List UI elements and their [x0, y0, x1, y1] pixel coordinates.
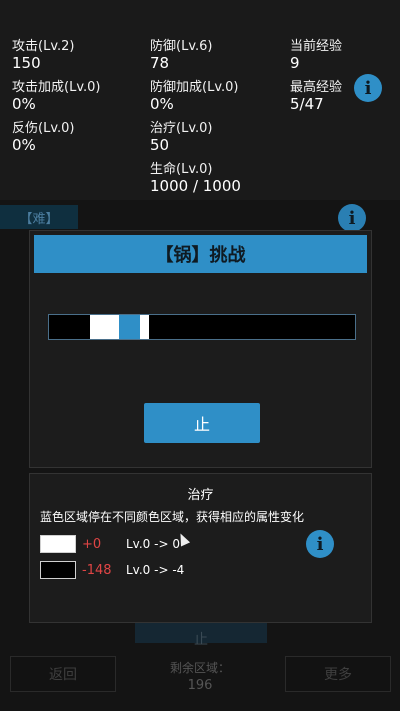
challenge-info-icon[interactable]: i — [338, 204, 366, 232]
stat-attack: 攻击(Lv.2) 150 — [12, 38, 74, 72]
challenge-bar — [48, 314, 356, 340]
stat-defense-bonus: 防御加成(Lv.0) 0% — [150, 79, 238, 113]
bar-segment — [140, 315, 149, 339]
remaining-areas: 剩余区域： 196 — [140, 660, 260, 694]
stat-defense-label: 防御(Lv.6) — [150, 39, 213, 54]
stat-life: 生命(Lv.0) 1000 / 1000 — [150, 161, 241, 195]
difficulty-tag: 【难】 — [0, 205, 78, 229]
stat-life-value: 1000 / 1000 — [150, 177, 241, 195]
stats-info-icon[interactable]: i — [354, 74, 382, 102]
legend-change: Lv.0 -> -4 — [126, 563, 185, 577]
stat-max-exp-label: 最高经验 — [290, 80, 343, 95]
stat-heal-label: 治疗(Lv.0) — [150, 121, 213, 136]
stat-heal: 治疗(Lv.0) 50 — [150, 120, 212, 154]
remaining-value: 196 — [187, 678, 213, 693]
stat-current-exp-label: 当前经验 — [290, 39, 343, 54]
stat-reflect-label: 反伤(Lv.0) — [12, 121, 75, 136]
black-swatch — [40, 561, 76, 579]
stat-reflect: 反伤(Lv.0) 0% — [12, 120, 74, 154]
back-button[interactable]: 返回 — [10, 656, 116, 692]
stat-defense-bonus-value: 0% — [150, 95, 174, 113]
stat-current-exp-value: 9 — [290, 54, 300, 72]
stat-attack-label: 攻击(Lv.2) — [12, 39, 75, 54]
white-swatch — [40, 535, 76, 553]
stats-panel: 攻击(Lv.2) 150 攻击加成(Lv.0) 0% 反伤(Lv.0) 0% 防… — [0, 0, 400, 200]
legend-delta: +0 — [82, 536, 102, 552]
legend-row-white: +0 Lv.0 -> 0 — [40, 534, 180, 554]
challenge-dialog: 【锅】挑战 止 — [29, 230, 372, 468]
stat-info-panel: 治疗 蓝色区域停在不同颜色区域，获得相应的属性变化 +0 Lv.0 -> 0 -… — [29, 473, 372, 623]
remaining-label: 剩余区域： — [169, 661, 230, 675]
panel-description: 蓝色区域停在不同颜色区域，获得相应的属性变化 — [40, 510, 305, 524]
stat-max-exp-value: 5/47 — [290, 95, 324, 113]
panel-info-icon[interactable]: i — [306, 530, 334, 558]
bar-segment — [119, 315, 140, 339]
dialog-title: 【锅】挑战 — [34, 235, 367, 273]
stat-heal-value: 50 — [150, 136, 170, 154]
stat-reflect-value: 0% — [12, 136, 36, 154]
stat-attack-bonus: 攻击加成(Lv.0) 0% — [12, 79, 100, 113]
stat-defense: 防御(Lv.6) 78 — [150, 38, 212, 72]
stop-button[interactable]: 止 — [144, 403, 260, 443]
stat-defense-bonus-label: 防御加成(Lv.0) — [150, 80, 239, 95]
stat-defense-value: 78 — [150, 54, 170, 72]
legend-delta: -148 — [82, 562, 112, 578]
stat-attack-bonus-label: 攻击加成(Lv.0) — [12, 80, 101, 95]
stat-life-label: 生命(Lv.0) — [150, 162, 213, 177]
legend-change: Lv.0 -> 0 — [126, 537, 180, 551]
background-stop-label: 止 — [194, 632, 208, 648]
stat-current-exp: 当前经验 9 — [290, 38, 342, 72]
stat-attack-value: 150 — [12, 54, 41, 72]
panel-title: 治疗 — [187, 488, 214, 503]
legend-row-black: -148 Lv.0 -> -4 — [40, 560, 184, 580]
more-button[interactable]: 更多 — [285, 656, 391, 692]
bar-segment — [90, 315, 119, 339]
stat-max-exp: 最高经验 5/47 — [290, 79, 342, 113]
stat-attack-bonus-value: 0% — [12, 95, 36, 113]
